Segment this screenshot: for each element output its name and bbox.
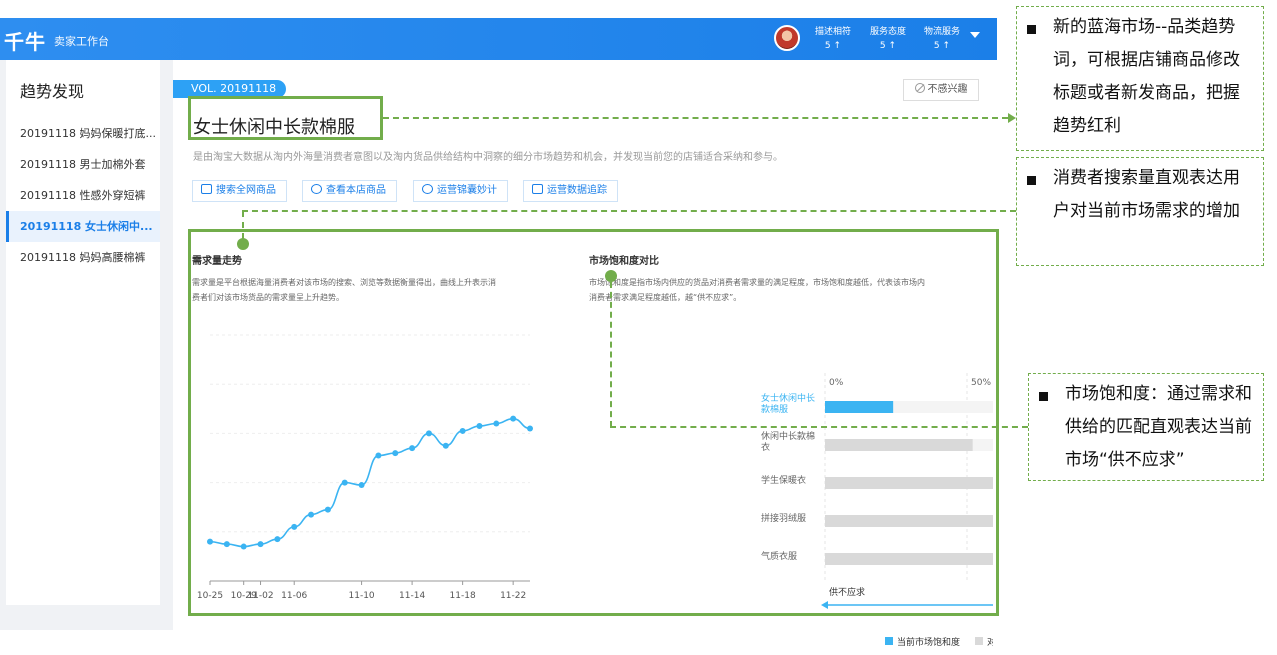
app-logo[interactable]: 千牛	[4, 26, 46, 55]
sidebar-item[interactable]: 20191118 妈妈保暖打底...	[6, 118, 160, 149]
connector-line	[383, 117, 1008, 119]
metric-description-match[interactable]: 描述相符 5 ↑	[808, 25, 858, 53]
connector-line	[242, 211, 244, 239]
bullet-icon	[1027, 176, 1036, 185]
legend-label-current: 当前市场饱和度	[897, 636, 960, 648]
eye-icon	[311, 184, 322, 194]
legend-label-compare: 对比市场饱和度	[987, 636, 993, 648]
top-bar: 千牛 卖家工作台 描述相符 5 ↑ 服务态度 5 ↑ 物流服务 5 ↑	[0, 18, 997, 60]
annotation-box: 市场饱和度：通过需求和供给的匹配直观表达当前市场“供不应求”	[1028, 373, 1264, 481]
tips-button[interactable]: 运营锦囊妙计	[413, 180, 508, 202]
sidebar: 趋势发现 20191118 妈妈保暖打底... 20191118 男士加棉外套 …	[6, 60, 160, 605]
chevron-down-icon[interactable]	[970, 32, 980, 38]
annotation-box: 消费者搜索量直观表达用户对当前市场需求的增加	[1016, 157, 1264, 266]
sidebar-item-active[interactable]: 20191118 女士休闲中...	[6, 211, 160, 242]
page-description: 是由淘宝大数据从淘内外海量消费者意图以及淘内货品供给结构中洞察的细分市场趋势和机…	[193, 152, 783, 163]
connector-line	[610, 426, 1028, 428]
search-all-button[interactable]: 搜索全网商品	[192, 180, 287, 202]
sidebar-item[interactable]: 20191118 性感外穿短裤	[6, 180, 160, 211]
bullet-icon	[1027, 25, 1036, 34]
charts-highlight-box	[188, 229, 999, 616]
sidebar-title: 趋势发现	[20, 82, 85, 101]
connector-line	[242, 210, 1016, 212]
connector-line	[610, 282, 612, 427]
annotation-box: 新的蓝海市场--品类趋势词，可根据店铺商品修改标题或者新发商品，把握趋势红利	[1016, 6, 1264, 151]
legend-swatch-current	[885, 637, 893, 645]
metric-logistics[interactable]: 物流服务 5 ↑	[917, 25, 967, 53]
block-icon	[914, 83, 925, 93]
bullet-icon	[1039, 392, 1048, 401]
sidebar-item[interactable]: 20191118 男士加棉外套	[6, 149, 160, 180]
view-store-button[interactable]: 查看本店商品	[302, 180, 397, 202]
data-tracking-button[interactable]: 运营数据追踪	[523, 180, 618, 202]
title-highlight-box	[188, 96, 383, 140]
connector-dot	[237, 238, 249, 250]
search-icon	[201, 184, 212, 194]
sidebar-item[interactable]: 20191118 妈妈高腰棉裤	[6, 242, 160, 273]
metric-service-attitude[interactable]: 服务态度 5 ↑	[863, 25, 913, 53]
bulb-icon	[422, 184, 433, 194]
app-subtitle: 卖家工作台	[54, 35, 109, 48]
chart-icon	[532, 184, 543, 194]
arrow-icon	[1008, 113, 1016, 123]
avatar[interactable]	[774, 25, 800, 51]
connector-dot	[605, 270, 617, 282]
not-interested-button[interactable]: 不感兴趣	[903, 79, 979, 101]
legend-swatch-compare	[975, 637, 983, 645]
